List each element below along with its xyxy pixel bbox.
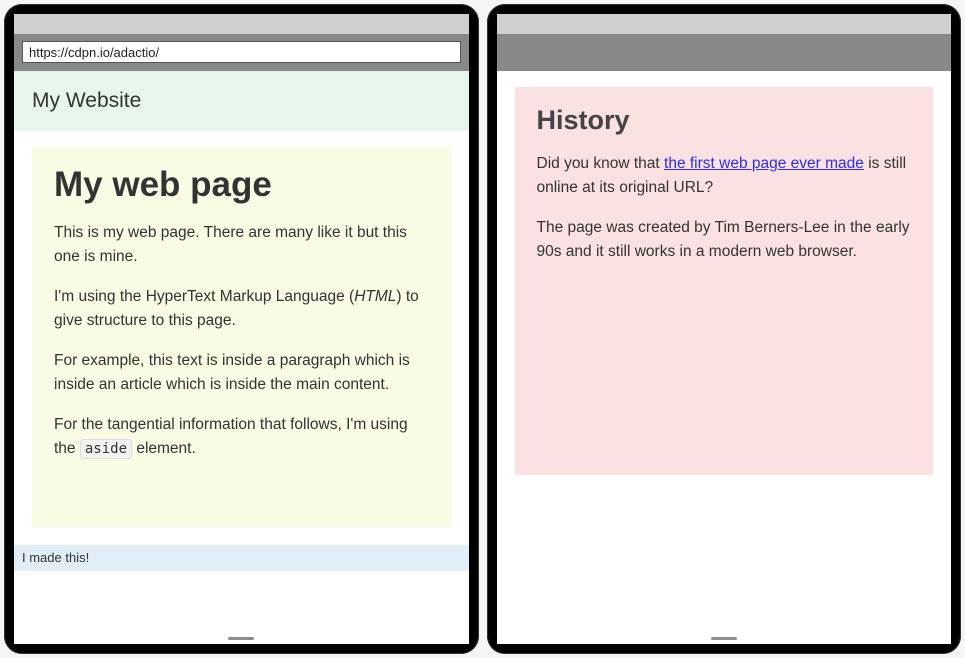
article-p4-code: aside xyxy=(80,439,132,459)
device-left: My Website My web page This is my web pa… xyxy=(4,4,479,654)
home-indicator-icon xyxy=(228,637,254,640)
article-p2-em: HTML xyxy=(354,288,396,305)
status-bar xyxy=(14,14,469,34)
site-footer: I made this! xyxy=(14,545,469,571)
page-viewport-right[interactable]: History Did you know that the first web … xyxy=(497,71,952,644)
site-title: My Website xyxy=(32,89,141,112)
site-header: My Website xyxy=(14,71,469,131)
scroll-padding xyxy=(497,493,952,644)
article-p4: For the tangential information that foll… xyxy=(54,413,429,461)
aside-p2: The page was created by Tim Berners-Lee … xyxy=(537,216,912,264)
device-left-screen: My Website My web page This is my web pa… xyxy=(14,14,469,644)
article-p2: I'm using the HyperText Markup Language … xyxy=(54,285,429,333)
aside: History Did you know that the first web … xyxy=(515,87,934,475)
device-right: History Did you know that the first web … xyxy=(487,4,962,654)
article: My web page This is my web page. There a… xyxy=(32,147,451,527)
article-heading: My web page xyxy=(54,165,429,205)
device-right-screen: History Did you know that the first web … xyxy=(497,14,952,644)
footer-text: I made this! xyxy=(22,550,89,565)
page-viewport-left[interactable]: My Website My web page This is my web pa… xyxy=(14,71,469,644)
aside-p1: Did you know that the first web page eve… xyxy=(537,152,912,200)
padding xyxy=(14,571,469,579)
article-p3: For example, this text is inside a parag… xyxy=(54,349,429,397)
browser-toolbar xyxy=(14,34,469,71)
first-web-page-link[interactable]: the first web page ever made xyxy=(664,155,864,172)
article-p4-post: element. xyxy=(132,440,196,457)
main-content: My web page This is my web page. There a… xyxy=(14,131,469,545)
aside-p1-pre: Did you know that xyxy=(537,155,665,172)
browser-toolbar-right xyxy=(497,34,952,71)
home-indicator-icon xyxy=(711,637,737,640)
article-p1: This is my web page. There are many like… xyxy=(54,221,429,269)
article-p2-pre: I'm using the HyperText Markup Language … xyxy=(54,288,354,305)
url-input[interactable] xyxy=(22,41,461,63)
aside-wrapper: History Did you know that the first web … xyxy=(497,71,952,493)
status-bar xyxy=(497,14,952,34)
aside-heading: History xyxy=(537,105,912,136)
